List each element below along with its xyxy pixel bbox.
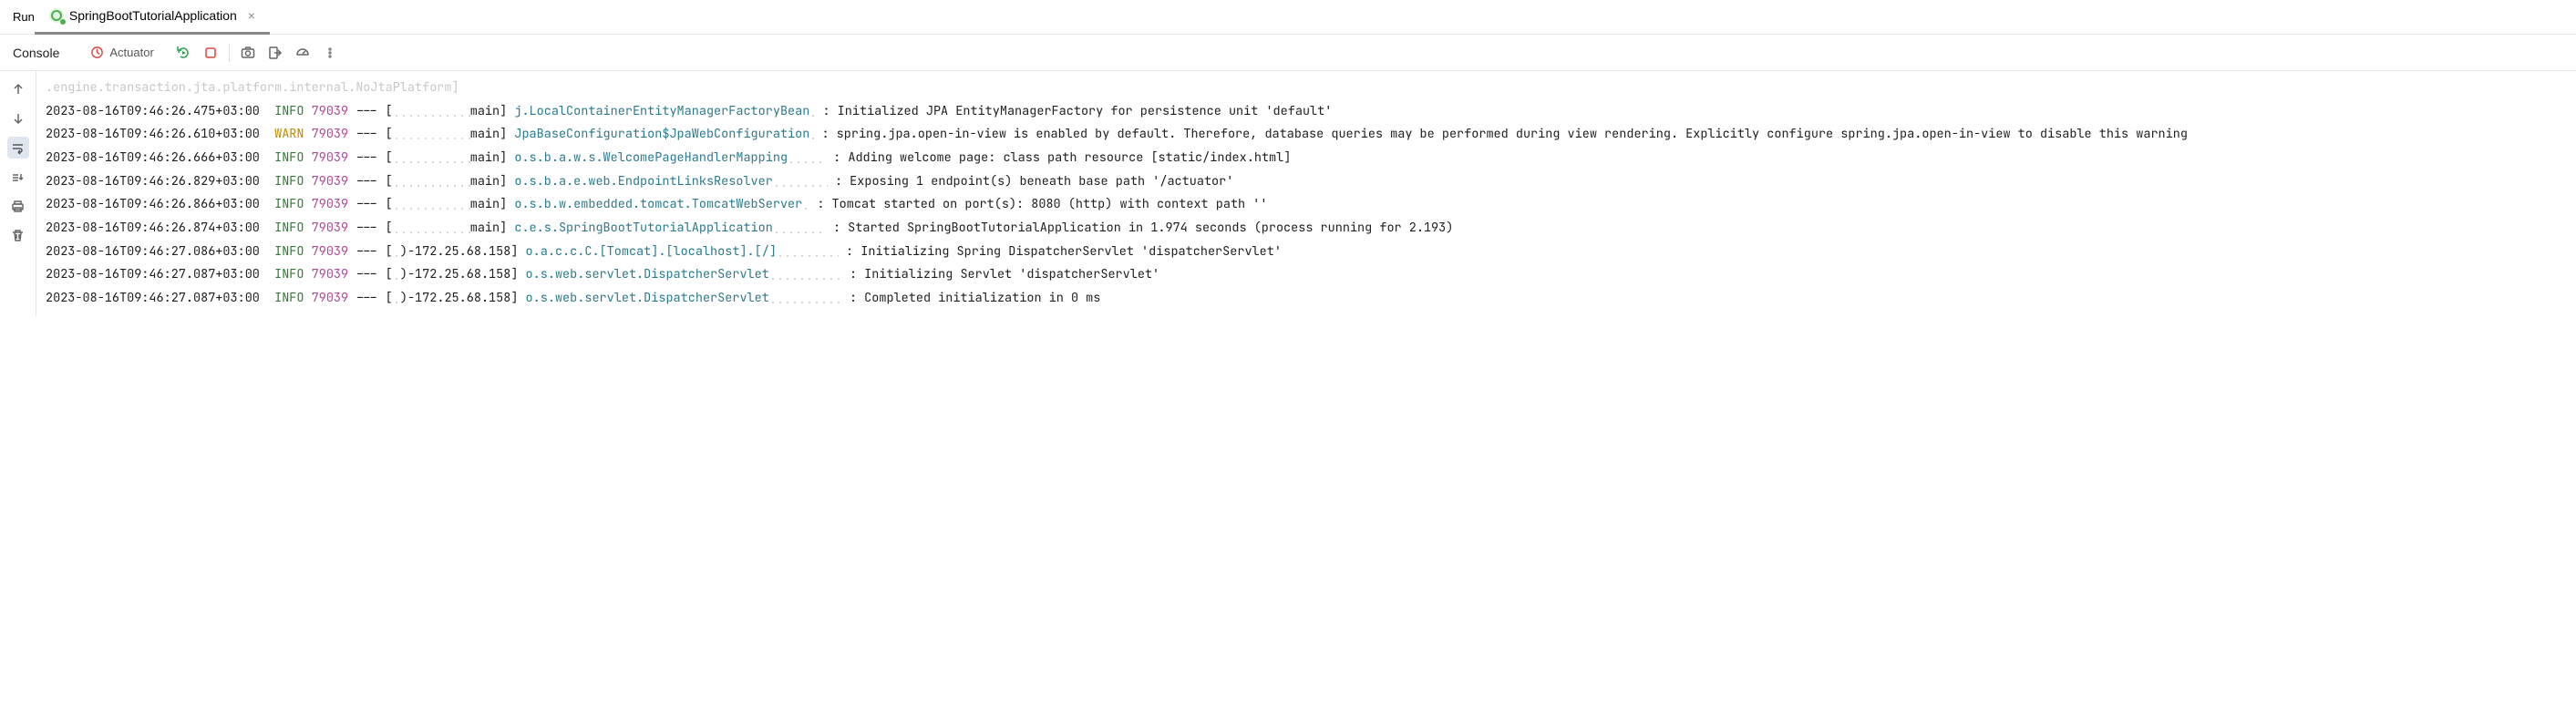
title-bar: Run SpringBootTutorialApplication × <box>0 0 2576 35</box>
tab-title: SpringBootTutorialApplication <box>69 8 237 23</box>
close-icon[interactable]: × <box>248 8 255 23</box>
divider <box>229 44 230 62</box>
more-icon[interactable] <box>321 44 339 62</box>
rerun-icon[interactable] <box>174 44 192 62</box>
print-icon[interactable] <box>7 195 29 217</box>
run-tab[interactable]: SpringBootTutorialApplication × <box>35 0 270 35</box>
stop-icon[interactable] <box>201 44 220 62</box>
console-output[interactable]: .engine.transaction.jta.platform.interna… <box>36 71 2576 316</box>
down-arrow-icon[interactable] <box>7 108 29 129</box>
toolbar: Console Actuator <box>0 35 2576 71</box>
soft-wrap-icon[interactable] <box>7 137 29 159</box>
dashboard-icon[interactable] <box>294 44 312 62</box>
scroll-to-end-icon[interactable] <box>7 166 29 188</box>
spring-boot-icon <box>49 8 64 23</box>
actuator-tab[interactable]: Actuator <box>79 42 164 63</box>
trash-icon[interactable] <box>7 224 29 246</box>
exit-icon[interactable] <box>266 44 284 62</box>
console-tab-label[interactable]: Console <box>13 46 59 60</box>
gutter <box>0 71 36 316</box>
camera-icon[interactable] <box>239 44 257 62</box>
actuator-label: Actuator <box>109 46 153 59</box>
up-arrow-icon[interactable] <box>7 78 29 100</box>
run-label: Run <box>13 10 35 24</box>
